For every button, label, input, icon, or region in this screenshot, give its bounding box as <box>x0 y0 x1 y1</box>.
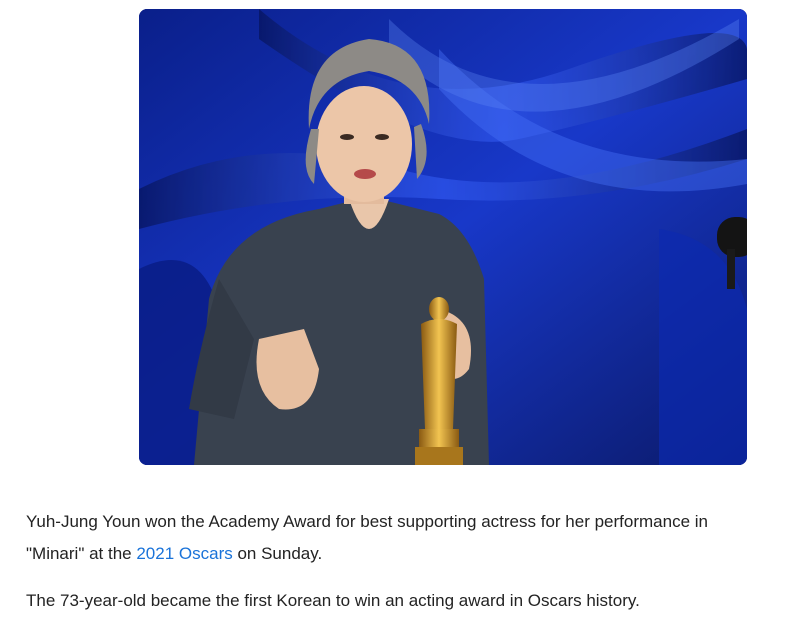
photo-scene <box>139 9 747 465</box>
article-paragraph-1: Yuh-Jung Youn won the Academy Award for … <box>26 506 771 570</box>
paragraph-1-text-before: Yuh-Jung Youn won the Academy Award for … <box>26 512 708 563</box>
article-photo <box>139 9 747 465</box>
article-paragraph-2: The 73-year-old became the first Korean … <box>26 591 640 610</box>
paragraph-1-text-after: on Sunday. <box>232 544 323 563</box>
oscars-2021-link[interactable]: 2021 Oscars <box>136 544 232 563</box>
